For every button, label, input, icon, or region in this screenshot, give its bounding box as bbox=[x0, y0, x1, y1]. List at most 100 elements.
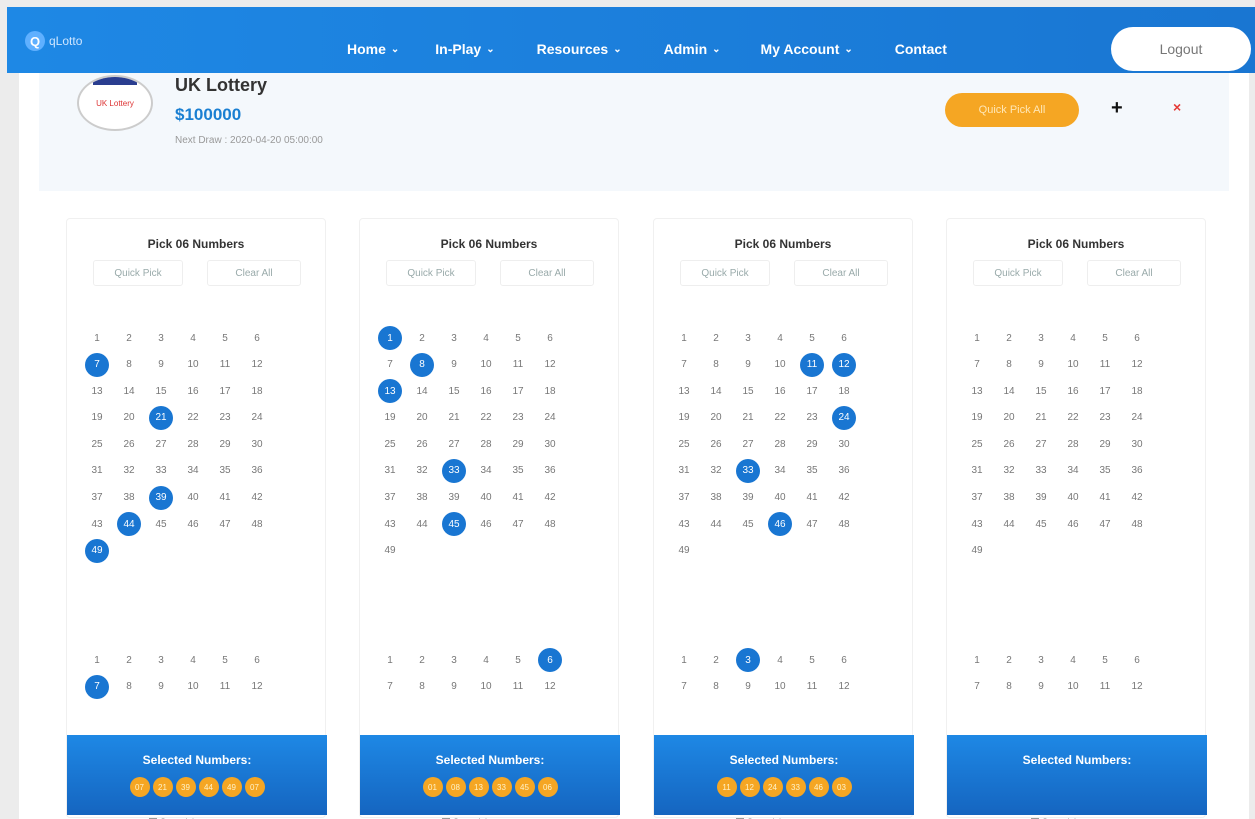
number-ball[interactable]: 3 bbox=[1029, 326, 1053, 350]
number-ball[interactable]: 37 bbox=[378, 486, 402, 510]
number-ball[interactable]: 15 bbox=[1029, 379, 1053, 403]
bonus-number-ball[interactable]: 8 bbox=[997, 675, 1021, 699]
number-ball[interactable]: 45 bbox=[736, 512, 760, 536]
number-ball[interactable]: 41 bbox=[213, 486, 237, 510]
number-ball[interactable]: 10 bbox=[1061, 353, 1085, 377]
number-ball[interactable]: 26 bbox=[704, 432, 728, 456]
number-ball[interactable]: 20 bbox=[117, 406, 141, 430]
bonus-number-ball[interactable]: 10 bbox=[474, 675, 498, 699]
number-ball[interactable]: 49 bbox=[85, 538, 109, 563]
number-ball[interactable]: 48 bbox=[245, 512, 269, 536]
number-ball[interactable]: 22 bbox=[1061, 406, 1085, 430]
number-ball[interactable]: 42 bbox=[245, 486, 269, 510]
number-ball[interactable]: 15 bbox=[442, 379, 466, 403]
number-ball[interactable]: 41 bbox=[800, 486, 824, 510]
number-ball[interactable]: 12 bbox=[538, 353, 562, 377]
bonus-number-ball[interactable]: 3 bbox=[736, 648, 760, 672]
number-ball[interactable]: 4 bbox=[1061, 326, 1085, 350]
number-ball[interactable]: 10 bbox=[474, 353, 498, 377]
number-ball[interactable]: 34 bbox=[181, 459, 205, 483]
bonus-number-ball[interactable]: 4 bbox=[181, 648, 205, 672]
number-ball[interactable]: 4 bbox=[181, 326, 205, 350]
number-ball[interactable]: 19 bbox=[378, 406, 402, 430]
number-ball[interactable]: 40 bbox=[181, 486, 205, 510]
number-ball[interactable]: 38 bbox=[997, 486, 1021, 510]
quick-pick-all-button[interactable]: Quick Pick All bbox=[945, 93, 1079, 127]
number-ball[interactable]: 36 bbox=[245, 459, 269, 483]
clear-all-button[interactable]: Clear All bbox=[207, 260, 301, 286]
number-ball[interactable]: 39 bbox=[1029, 486, 1053, 510]
number-ball[interactable]: 27 bbox=[736, 432, 760, 456]
bonus-number-ball[interactable]: 7 bbox=[672, 675, 696, 699]
bonus-number-ball[interactable]: 11 bbox=[213, 675, 237, 699]
number-ball[interactable]: 12 bbox=[1125, 353, 1149, 377]
bonus-number-ball[interactable]: 9 bbox=[149, 675, 173, 699]
number-ball[interactable]: 8 bbox=[410, 352, 434, 377]
number-ball[interactable]: 46 bbox=[181, 512, 205, 536]
number-ball[interactable]: 5 bbox=[213, 326, 237, 350]
number-ball[interactable]: 32 bbox=[410, 459, 434, 483]
number-ball[interactable]: 25 bbox=[85, 432, 109, 456]
number-ball[interactable]: 31 bbox=[378, 459, 402, 483]
bonus-number-ball[interactable]: 8 bbox=[410, 675, 434, 699]
number-ball[interactable]: 7 bbox=[672, 353, 696, 377]
number-ball[interactable]: 23 bbox=[800, 406, 824, 430]
bonus-number-ball[interactable]: 8 bbox=[704, 675, 728, 699]
number-ball[interactable]: 22 bbox=[768, 406, 792, 430]
number-ball[interactable]: 44 bbox=[704, 512, 728, 536]
number-ball[interactable]: 46 bbox=[768, 512, 792, 537]
number-ball[interactable]: 46 bbox=[474, 512, 498, 536]
number-ball[interactable]: 2 bbox=[997, 326, 1021, 350]
number-ball[interactable]: 32 bbox=[704, 459, 728, 483]
number-ball[interactable]: 8 bbox=[704, 353, 728, 377]
number-ball[interactable]: 30 bbox=[538, 432, 562, 456]
bonus-number-ball[interactable]: 12 bbox=[538, 675, 562, 699]
number-ball[interactable]: 3 bbox=[442, 326, 466, 350]
number-ball[interactable]: 6 bbox=[245, 326, 269, 350]
number-ball[interactable]: 23 bbox=[1093, 406, 1117, 430]
number-ball[interactable]: 35 bbox=[800, 459, 824, 483]
number-ball[interactable]: 14 bbox=[410, 379, 434, 403]
number-ball[interactable]: 26 bbox=[410, 432, 434, 456]
number-ball[interactable]: 12 bbox=[245, 353, 269, 377]
menu-home[interactable]: Home ⌄ bbox=[347, 41, 399, 57]
bonus-number-ball[interactable]: 6 bbox=[538, 648, 562, 672]
bonus-number-ball[interactable]: 5 bbox=[213, 648, 237, 672]
bonus-number-ball[interactable]: 10 bbox=[1061, 675, 1085, 699]
menu-resources[interactable]: Resources ⌄ bbox=[537, 41, 622, 57]
number-ball[interactable]: 48 bbox=[832, 512, 856, 536]
number-ball[interactable]: 47 bbox=[506, 512, 530, 536]
number-ball[interactable]: 47 bbox=[1093, 512, 1117, 536]
number-ball[interactable]: 25 bbox=[378, 432, 402, 456]
menu-in-play[interactable]: In-Play ⌄ bbox=[435, 41, 494, 57]
number-ball[interactable]: 13 bbox=[965, 379, 989, 403]
brand-logo[interactable]: Q qLotto bbox=[25, 31, 82, 51]
bonus-number-ball[interactable]: 6 bbox=[832, 648, 856, 672]
number-ball[interactable]: 27 bbox=[442, 432, 466, 456]
number-ball[interactable]: 16 bbox=[474, 379, 498, 403]
number-ball[interactable]: 34 bbox=[768, 459, 792, 483]
bonus-number-ball[interactable]: 2 bbox=[997, 648, 1021, 672]
bonus-number-ball[interactable]: 2 bbox=[410, 648, 434, 672]
number-ball[interactable]: 11 bbox=[506, 353, 530, 377]
bonus-number-ball[interactable]: 3 bbox=[149, 648, 173, 672]
number-ball[interactable]: 6 bbox=[832, 326, 856, 350]
number-ball[interactable]: 44 bbox=[410, 512, 434, 536]
number-ball[interactable]: 46 bbox=[1061, 512, 1085, 536]
number-ball[interactable]: 23 bbox=[213, 406, 237, 430]
number-ball[interactable]: 35 bbox=[506, 459, 530, 483]
number-ball[interactable]: 31 bbox=[672, 459, 696, 483]
bonus-number-ball[interactable]: 8 bbox=[117, 675, 141, 699]
number-ball[interactable]: 38 bbox=[704, 486, 728, 510]
number-ball[interactable]: 4 bbox=[768, 326, 792, 350]
number-ball[interactable]: 21 bbox=[1029, 406, 1053, 430]
bonus-number-ball[interactable]: 1 bbox=[672, 648, 696, 672]
number-ball[interactable]: 25 bbox=[965, 432, 989, 456]
number-ball[interactable]: 45 bbox=[149, 512, 173, 536]
number-ball[interactable]: 34 bbox=[1061, 459, 1085, 483]
number-ball[interactable]: 6 bbox=[1125, 326, 1149, 350]
number-ball[interactable]: 10 bbox=[768, 353, 792, 377]
number-ball[interactable]: 23 bbox=[506, 406, 530, 430]
number-ball[interactable]: 36 bbox=[538, 459, 562, 483]
number-ball[interactable]: 22 bbox=[181, 406, 205, 430]
